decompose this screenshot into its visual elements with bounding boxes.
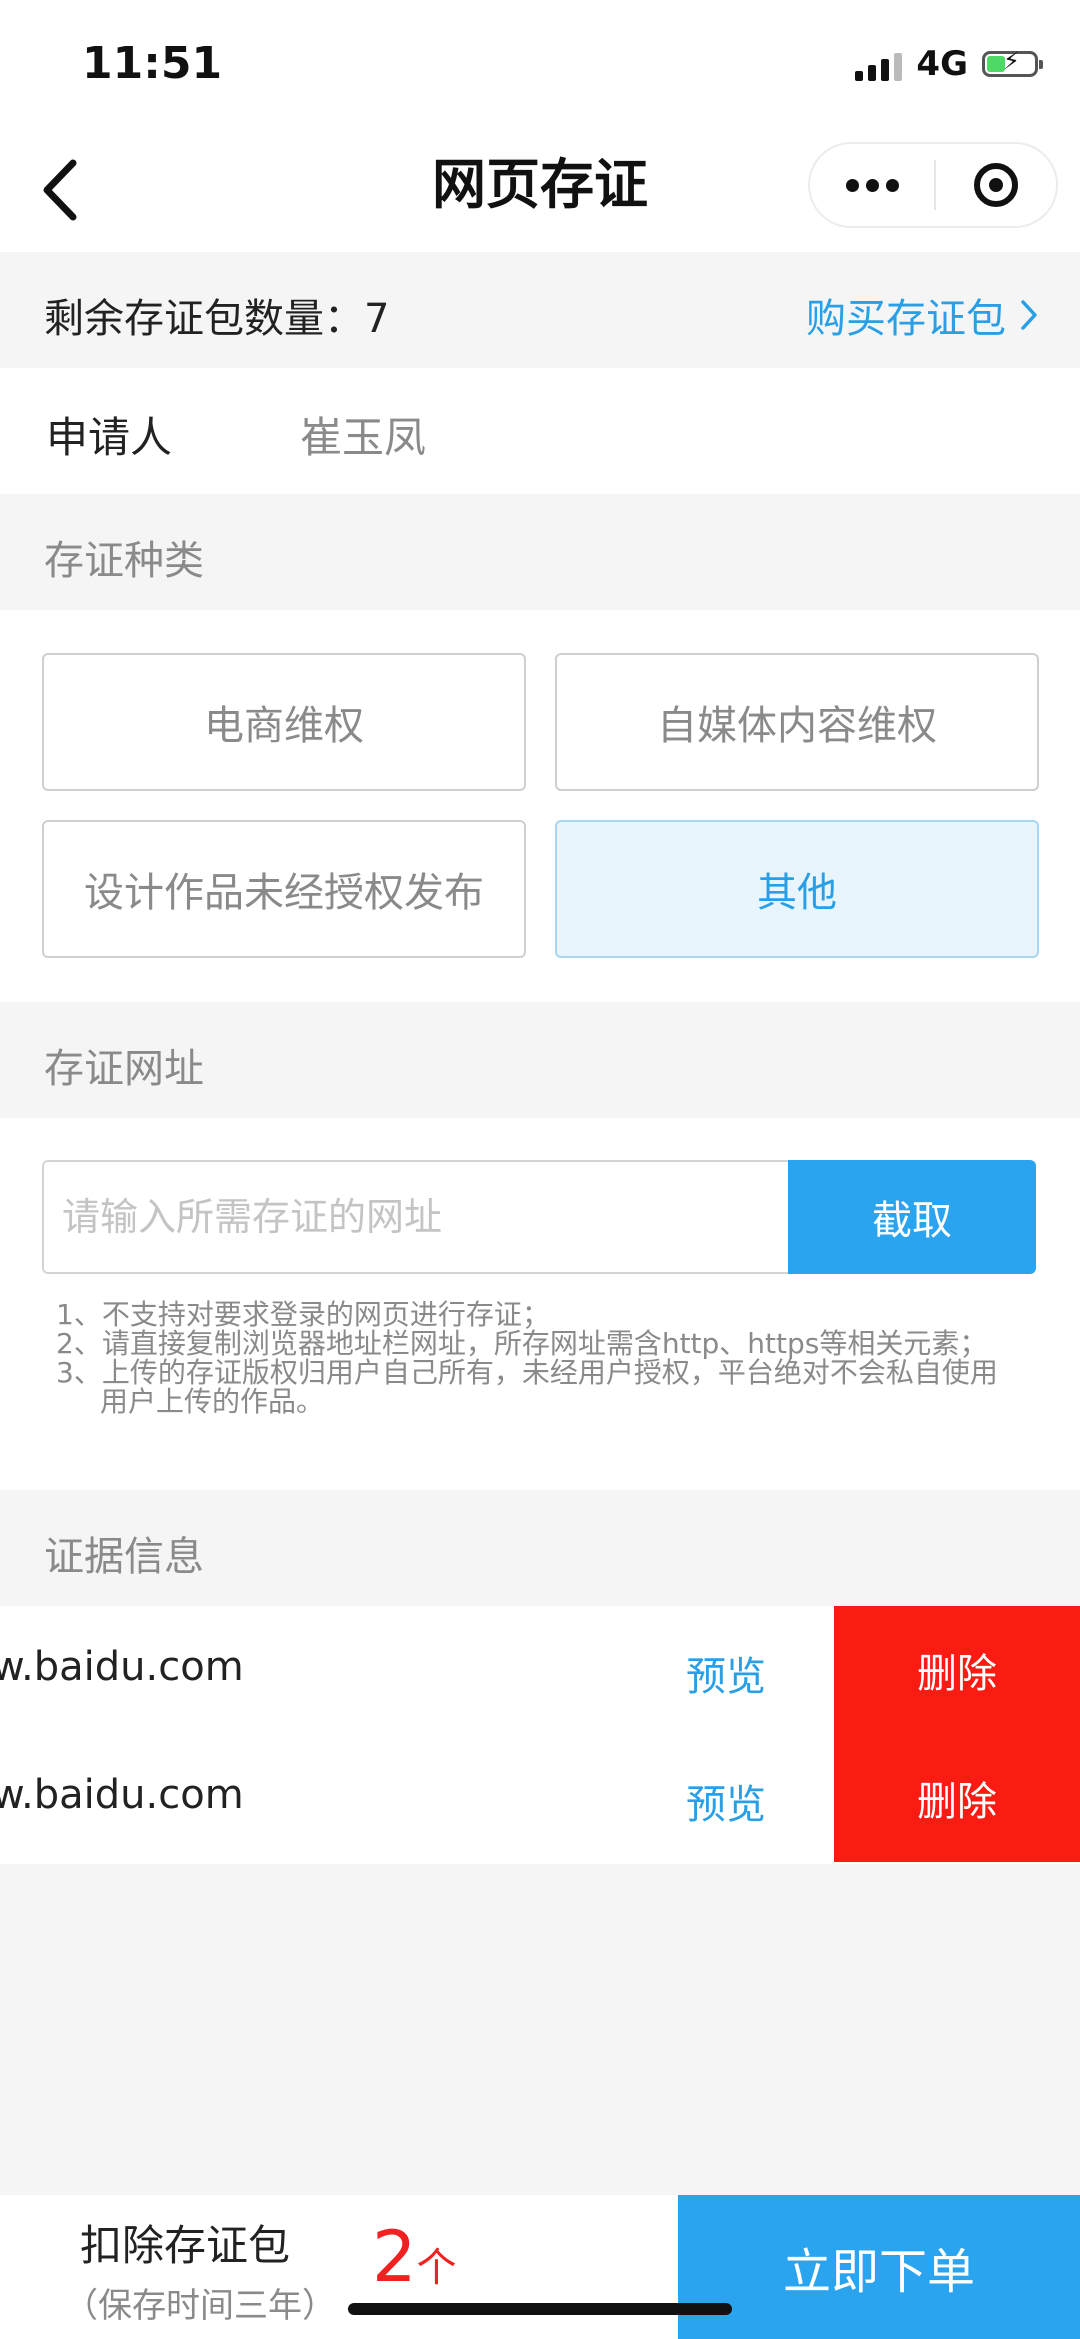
url-notes: 1、不支持对要求登录的网页进行存证； 2、请直接复制浏览器地址栏网址，所存网址需… [56, 1300, 1036, 1416]
note-item: 用户上传的作品。 [100, 1385, 325, 1418]
more-button[interactable] [810, 144, 934, 226]
remaining-count: 剩余存证包数量：7 [44, 296, 390, 342]
close-mini-program-button[interactable] [936, 144, 1056, 226]
signal-icon [855, 47, 903, 81]
home-indicator [348, 2303, 732, 2315]
chevron-right-icon [1021, 300, 1037, 330]
mini-program-capsule [808, 142, 1058, 228]
url-input[interactable] [42, 1160, 790, 1274]
preview-button[interactable]: 预览 [686, 1644, 766, 1702]
note-item: 2、请直接复制浏览器地址栏网址，所存网址需含http、https等相关元素； [56, 1327, 988, 1360]
url-section-title: 存证网址 [44, 1046, 204, 1092]
network-type: 4G [916, 44, 968, 84]
battery-icon: ⚡ [982, 49, 1043, 77]
evidence-url: w.baidu.com [0, 1644, 244, 1690]
delete-button[interactable]: 删除 [834, 1734, 1080, 1862]
preview-button[interactable]: 预览 [686, 1772, 766, 1830]
deduct-label: 扣除存证包 [80, 2221, 291, 2270]
types-section-title: 存证种类 [44, 538, 204, 584]
type-option-other[interactable]: 其他 [555, 820, 1039, 958]
target-icon [974, 163, 1018, 207]
note-item: 1、不支持对要求登录的网页进行存证； [56, 1298, 550, 1331]
delete-button[interactable]: 删除 [834, 1606, 1080, 1734]
applicant-label: 申请人 [46, 413, 173, 462]
type-option-design-work[interactable]: 设计作品未经授权发布 [42, 820, 526, 958]
status-time: 11:51 [82, 38, 223, 89]
package-count-unit: 个 [416, 2245, 457, 2291]
deduct-note: （保存时间三年） [64, 2286, 336, 2326]
package-count-number: 2 [372, 2216, 417, 2298]
note-item: 3、上传的存证版权归用户自己所有，未经用户授权，平台绝对不会私自使用 [56, 1356, 998, 1389]
package-count: 2 个 [372, 2222, 457, 2293]
applicant-value: 崔玉凤 [300, 413, 427, 462]
status-indicators: 4G ⚡ [855, 44, 1043, 84]
evidence-section-title: 证据信息 [44, 1534, 204, 1580]
place-order-button[interactable]: 立即下单 [678, 2195, 1080, 2339]
evidence-url: w.baidu.com [0, 1772, 244, 1818]
buy-package-link[interactable]: 购买存证包 [806, 286, 1038, 344]
type-option-self-media[interactable]: 自媒体内容维权 [555, 653, 1039, 791]
capture-button[interactable]: 截取 [788, 1160, 1036, 1274]
more-dots-icon [845, 178, 859, 192]
buy-package-label: 购买存证包 [806, 296, 1006, 342]
type-option-ecommerce[interactable]: 电商维权 [42, 653, 526, 791]
